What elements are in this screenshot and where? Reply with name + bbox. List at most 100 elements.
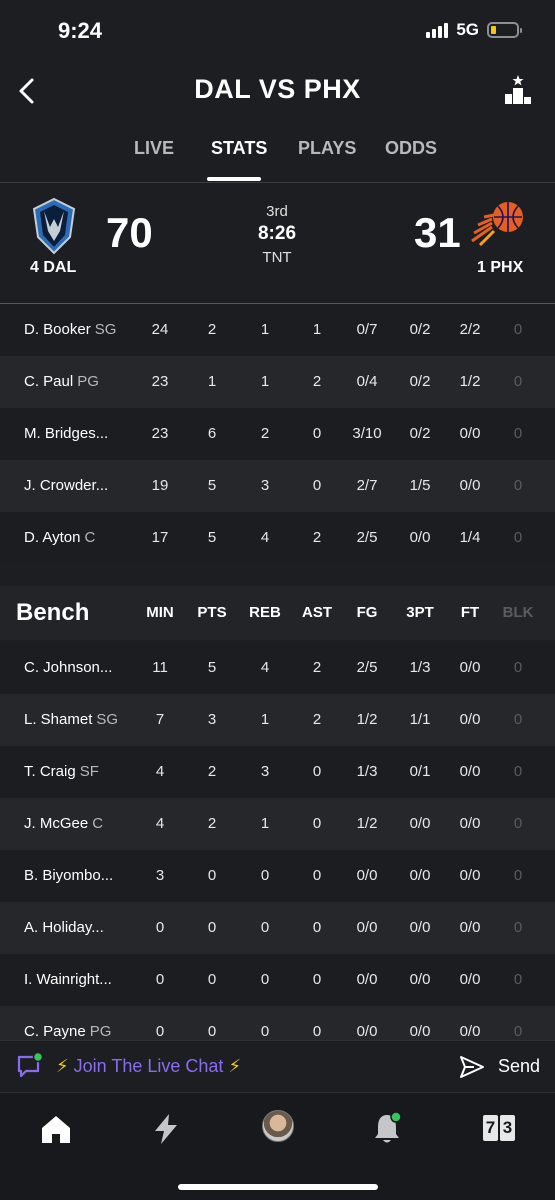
- player-name-text: A. Holiday...: [24, 919, 104, 936]
- stat-cell: 0/0: [459, 659, 481, 676]
- player-name-text: C. Paul: [24, 373, 74, 390]
- bolt-icon: ⚡: [228, 1056, 242, 1076]
- column-header[interactable]: PTS: [197, 586, 226, 640]
- stat-cell: 0/7: [356, 321, 378, 338]
- stat-cell: 0/1: [409, 763, 431, 780]
- scoreboard-tab-icon[interactable]: 7 3: [483, 1115, 515, 1141]
- send-icon[interactable]: [458, 1054, 486, 1080]
- player-name-text: I. Wainright...: [24, 971, 112, 988]
- suns-logo: [471, 202, 523, 247]
- player-name-text: J. McGee: [24, 815, 89, 832]
- stat-cell: 11: [152, 659, 168, 676]
- tab-odds[interactable]: ODDS: [385, 138, 437, 159]
- notification-bell-icon[interactable]: [369, 1111, 405, 1147]
- player-row[interactable]: M. Bridges... 23 6 2 0 3/10 0/2 0/0 0: [0, 408, 555, 460]
- column-header[interactable]: FG: [357, 586, 378, 640]
- player-row[interactable]: C. Johnson... 11 5 4 2 2/5 1/3 0/0 0: [0, 642, 555, 694]
- send-button[interactable]: Send: [498, 1056, 540, 1077]
- tab-live[interactable]: LIVE: [134, 138, 174, 159]
- player-name[interactable]: C. Paul PG: [24, 356, 99, 408]
- stat-cell: 2: [207, 815, 217, 832]
- stat-cell: 0/0: [459, 711, 481, 728]
- player-position: C: [84, 529, 96, 546]
- stat-cell: 3: [260, 763, 270, 780]
- stat-cell: 2: [207, 321, 217, 338]
- player-name[interactable]: I. Wainright...: [24, 954, 112, 1006]
- column-header[interactable]: REB: [249, 586, 281, 640]
- player-name[interactable]: J. McGee C: [24, 798, 103, 850]
- player-name[interactable]: L. Shamet SG: [24, 694, 118, 746]
- join-live-chat-label: Join The Live Chat: [73, 1056, 224, 1076]
- stat-cell: 0: [155, 971, 165, 988]
- player-position: PG: [77, 373, 99, 390]
- stat-cell: 1/3: [356, 763, 378, 780]
- player-row[interactable]: I. Wainright... 0 0 0 0 0/0 0/0 0/0 0: [0, 954, 555, 1006]
- stat-cell: 2: [207, 763, 217, 780]
- player-row[interactable]: D. Booker SG 24 2 1 1 0/7 0/2 2/2 0: [0, 304, 555, 356]
- scoreboard-digit-left: 7: [483, 1115, 498, 1141]
- bolt-icon: ⚡: [56, 1056, 69, 1076]
- profile-avatar[interactable]: [262, 1110, 294, 1142]
- player-row[interactable]: J. Crowder... 19 5 3 0 2/7 1/5 0/0 0: [0, 460, 555, 512]
- join-live-chat-link[interactable]: ⚡ Join The Live Chat ⚡: [56, 1056, 241, 1077]
- tab-plays[interactable]: PLAYS: [298, 138, 356, 159]
- stat-cell: 0/2: [409, 373, 431, 390]
- player-name[interactable]: M. Bridges...: [24, 408, 108, 460]
- player-name[interactable]: T. Craig SF: [24, 746, 99, 798]
- scoreboard: 4 DAL 70 3rd 8:26 TNT 31 1 PHX: [0, 182, 555, 304]
- player-name-text: J. Crowder...: [24, 477, 109, 494]
- player-row[interactable]: J. McGee C 4 2 1 0 1/2 0/0 0/0 0: [0, 798, 555, 850]
- game-period: 3rd: [266, 203, 288, 220]
- stat-cell: 0/2: [409, 321, 431, 338]
- home-icon[interactable]: [38, 1111, 74, 1147]
- stat-cell: 0/0: [459, 867, 481, 884]
- stat-cell: 2: [312, 659, 322, 676]
- section-spacer: [0, 564, 555, 586]
- stat-cell: 0: [513, 477, 523, 494]
- status-bar: 9:24 5G: [0, 0, 555, 62]
- player-name[interactable]: D. Booker SG: [24, 304, 116, 356]
- player-row[interactable]: A. Holiday... 0 0 0 0 0/0 0/0 0/0 0: [0, 902, 555, 954]
- tab-stats[interactable]: STATS: [211, 138, 267, 159]
- stat-cell: 3: [155, 867, 165, 884]
- player-row[interactable]: C. Paul PG 23 1 1 2 0/4 0/2 1/2 0: [0, 356, 555, 408]
- stat-cell: 4: [155, 763, 165, 780]
- nav-bar: DAL VS PHX: [0, 62, 555, 120]
- player-name[interactable]: B. Biyombo...: [24, 850, 113, 902]
- player-name-text: D. Booker: [24, 321, 91, 338]
- stat-cell: 0: [312, 477, 322, 494]
- status-indicators: 5G: [426, 20, 522, 40]
- player-name[interactable]: J. Crowder...: [24, 460, 108, 512]
- player-row[interactable]: D. Ayton C 17 5 4 2 2/5 0/0 1/4 0: [0, 512, 555, 564]
- stat-cell: 0: [260, 971, 270, 988]
- chat-bubble-icon[interactable]: [16, 1053, 44, 1079]
- column-header[interactable]: 3PT: [406, 586, 434, 640]
- player-name[interactable]: C. Johnson...: [24, 642, 112, 694]
- stat-cell: 2: [312, 711, 322, 728]
- stat-cell: 2/2: [459, 321, 481, 338]
- player-position: C: [92, 815, 104, 832]
- player-row[interactable]: L. Shamet SG 7 3 1 2 1/2 1/1 0/0 0: [0, 694, 555, 746]
- standings-button[interactable]: [503, 74, 533, 106]
- stat-cell: 2: [312, 529, 322, 546]
- column-header[interactable]: MIN: [146, 586, 174, 640]
- mavericks-logo: [32, 197, 76, 255]
- stat-cell: 0: [155, 919, 165, 936]
- stat-cell: 0/0: [459, 763, 481, 780]
- column-header[interactable]: AST: [302, 586, 332, 640]
- stat-cell: 1: [260, 815, 270, 832]
- stat-cell: 0/0: [356, 919, 378, 936]
- player-row[interactable]: B. Biyombo... 3 0 0 0 0/0 0/0 0/0 0: [0, 850, 555, 902]
- player-name[interactable]: D. Ayton C: [24, 512, 95, 564]
- stat-cell: 0: [207, 919, 217, 936]
- player-row[interactable]: T. Craig SF 4 2 3 0 1/3 0/1 0/0 0: [0, 746, 555, 798]
- stat-cell: 6: [207, 425, 217, 442]
- column-header[interactable]: BLK: [503, 586, 534, 640]
- player-name[interactable]: A. Holiday...: [24, 902, 104, 954]
- bench-title: Bench: [16, 599, 90, 626]
- stat-cell: 1/3: [409, 659, 431, 676]
- lightning-icon[interactable]: [148, 1111, 184, 1147]
- stat-cell: 0: [260, 919, 270, 936]
- podium-icon: [505, 75, 531, 104]
- column-header[interactable]: FT: [461, 586, 479, 640]
